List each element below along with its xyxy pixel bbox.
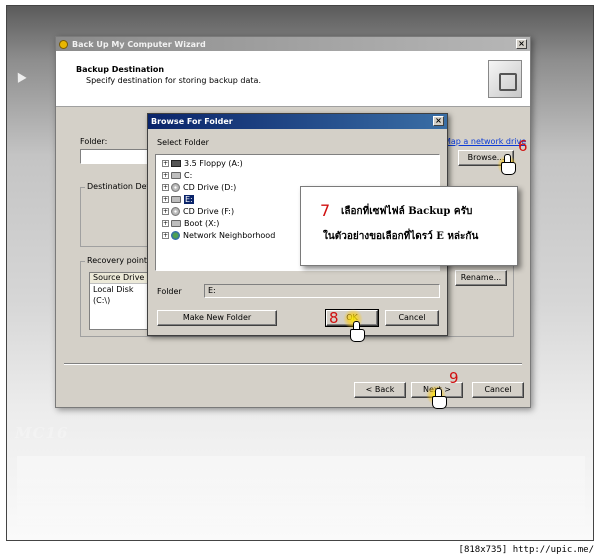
instruction-callout: 7 เลือกที่เซฟไฟล์ Backup ครับ ในตัวอย่าง…	[300, 186, 518, 266]
watermark: MC16	[15, 424, 69, 442]
expand-icon[interactable]: +	[162, 195, 169, 203]
hand-cursor-icon	[431, 388, 447, 409]
folder-input[interactable]	[80, 149, 150, 164]
folder-label: Folder:	[80, 137, 108, 146]
folder-field-label: Folder	[157, 287, 182, 296]
drive-icon	[171, 171, 181, 179]
tree-item-e[interactable]: + E:	[162, 194, 194, 204]
column-header-source-drive[interactable]: Source Drive	[90, 273, 152, 284]
browse-title: Browse For Folder	[151, 117, 233, 126]
wizard-titlebar: Back Up My Computer Wizard ×	[56, 37, 530, 51]
mouse-cursor-icon	[13, 70, 27, 83]
rename-button[interactable]: Rename...	[455, 270, 507, 286]
wizard-separator	[64, 363, 522, 365]
make-new-folder-button[interactable]: Make New Folder	[157, 310, 277, 326]
browse-titlebar: Browse For Folder ×	[148, 114, 447, 129]
reflection	[17, 456, 585, 540]
tree-item-label: E:	[184, 194, 194, 204]
expand-icon[interactable]: +	[162, 159, 169, 167]
map-network-drive-link[interactable]: Map a network drive	[444, 137, 526, 146]
cd-icon	[171, 182, 180, 192]
step-9-marker: 9	[449, 369, 459, 387]
network-icon	[171, 230, 180, 240]
wizard-cancel-button[interactable]: Cancel	[472, 382, 524, 398]
tree-item-label: CD Drive (D:)	[183, 182, 237, 192]
app-icon	[59, 39, 68, 49]
recovery-row[interactable]: Local Disk (C:\)	[90, 284, 152, 306]
tree-item-x[interactable]: + Boot (X:)	[162, 218, 219, 228]
folder-path-field[interactable]: E:	[204, 284, 440, 298]
header-subtitle: Specify destination for storing backup d…	[86, 76, 261, 85]
select-folder-label: Select Folder	[157, 138, 209, 147]
tree-item-label: C:	[184, 170, 193, 180]
tree-item-floppy[interactable]: + 3.5 Floppy (A:)	[162, 158, 243, 168]
expand-icon[interactable]: +	[162, 171, 169, 179]
wizard-title: Back Up My Computer Wizard	[72, 39, 206, 49]
expand-icon[interactable]: +	[162, 183, 169, 191]
cd-icon	[171, 206, 180, 216]
wizard-close-button[interactable]: ×	[516, 39, 527, 49]
tree-item-label: Boot (X:)	[184, 218, 220, 228]
floppy-icon	[171, 159, 181, 167]
tree-item-label: Network Neighborhood	[183, 230, 276, 240]
header-title: Backup Destination	[76, 65, 165, 74]
expand-icon[interactable]: +	[162, 231, 169, 239]
hand-cursor-icon	[500, 154, 516, 175]
tree-item-c[interactable]: + C:	[162, 170, 192, 180]
step-8-marker: 8	[329, 309, 339, 327]
tree-item-d[interactable]: + CD Drive (D:)	[162, 182, 236, 192]
backup-logo-icon	[488, 60, 522, 98]
callout-line-2: ในตัวอย่างขอเลือกที่ไดรว์ E หล่ะกัน	[323, 231, 479, 242]
callout-line-1: เลือกที่เซฟไฟล์ Backup ครับ	[341, 206, 473, 217]
wizard-header: Backup Destination Specify destination f…	[56, 51, 530, 107]
expand-icon[interactable]: +	[162, 207, 169, 215]
back-button[interactable]: < Back	[354, 382, 406, 398]
browse-cancel-button[interactable]: Cancel	[385, 310, 439, 326]
browse-close-button[interactable]: ×	[433, 116, 444, 126]
tree-item-network[interactable]: + Network Neighborhood	[162, 230, 275, 240]
tree-item-label: CD Drive (F:)	[183, 206, 235, 216]
drive-icon	[171, 195, 181, 203]
recovery-list[interactable]: Source Drive Local Disk (C:\)	[89, 272, 153, 330]
expand-icon[interactable]: +	[162, 219, 169, 227]
step-6-marker: 6	[518, 137, 528, 155]
callout-step-number: 7	[320, 201, 331, 220]
drive-icon	[171, 219, 181, 227]
tree-item-label: 3.5 Floppy (A:)	[184, 158, 243, 168]
image-size-footer: [818x735] http://upic.me/	[458, 545, 594, 555]
tree-item-f[interactable]: + CD Drive (F:)	[162, 206, 234, 216]
hand-cursor-icon	[349, 321, 365, 342]
